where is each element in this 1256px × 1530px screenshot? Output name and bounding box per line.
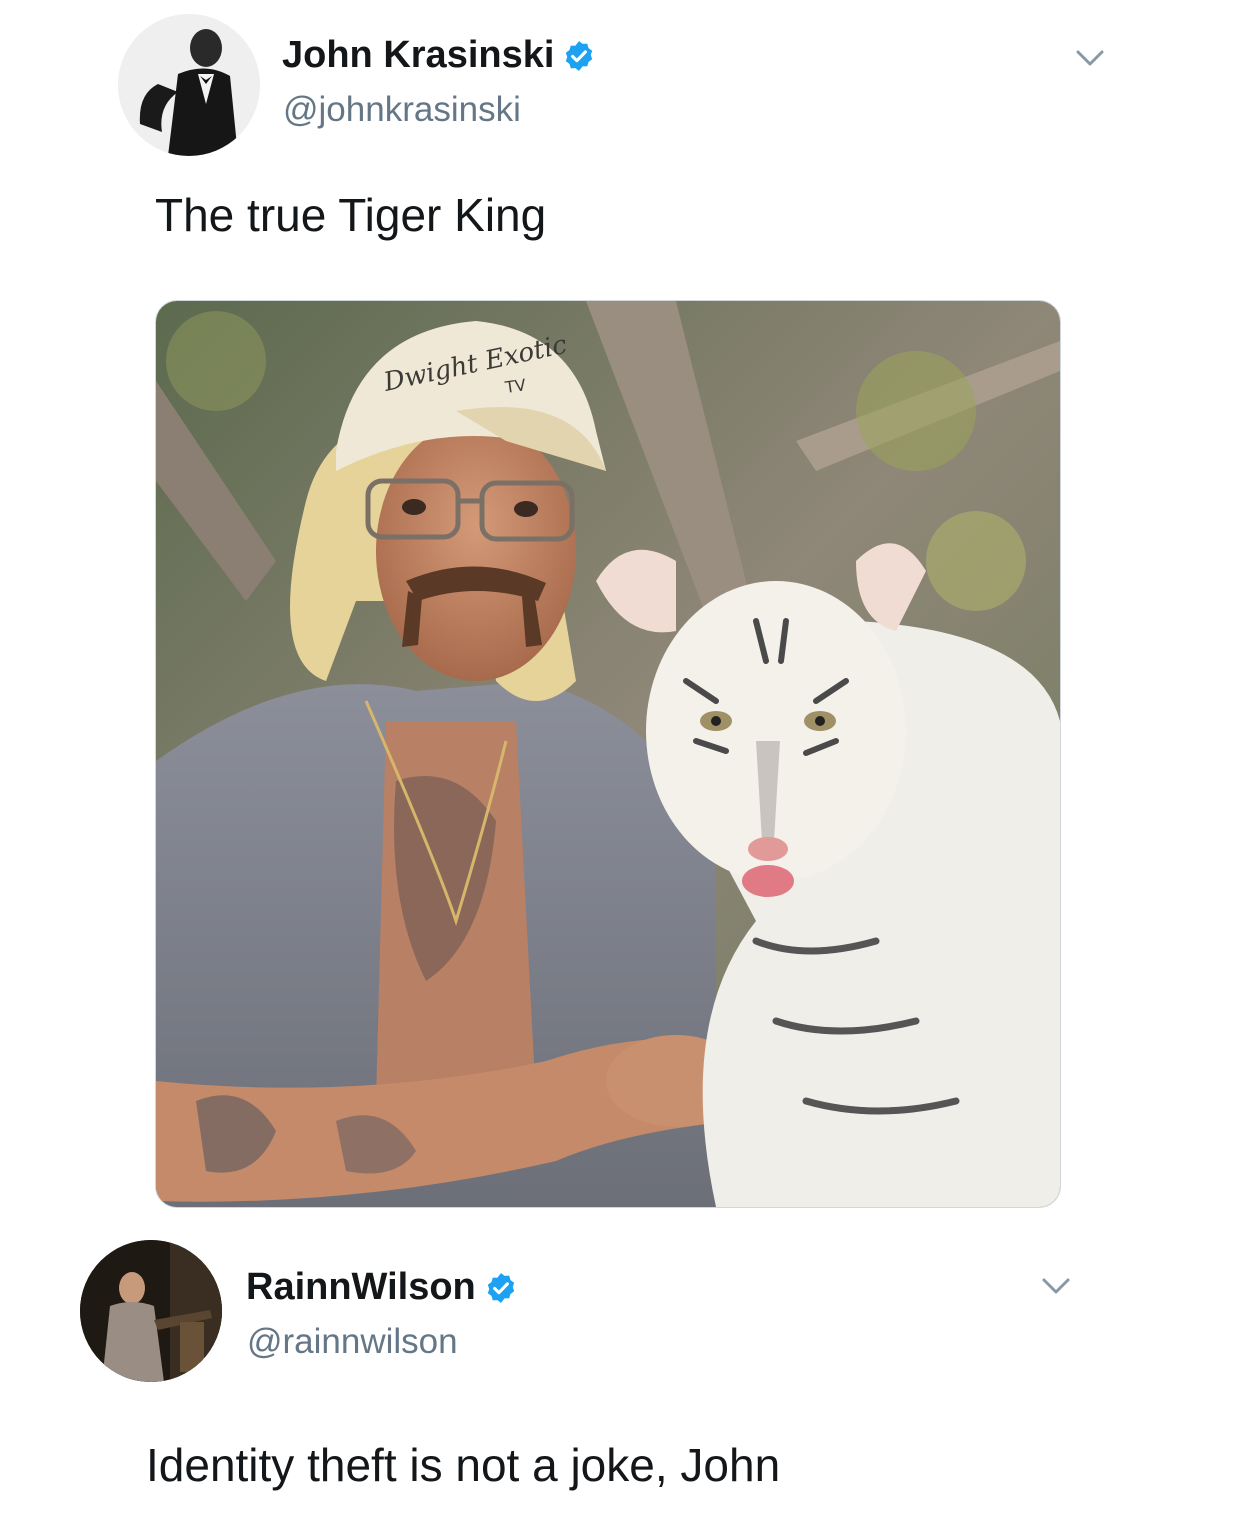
display-name[interactable]: John Krasinski: [282, 34, 554, 77]
handle[interactable]: @rainnwilson: [247, 1322, 458, 1362]
verified-badge-icon: [487, 1272, 514, 1303]
tweet-text: The true Tiger King: [155, 189, 547, 241]
avatar-johnkrasinski[interactable]: [118, 14, 260, 156]
tiger-photo: Dwight Exotic TV: [156, 301, 1060, 1207]
chevron-down-icon[interactable]: [1038, 1274, 1074, 1298]
tweet-johnkrasinski: John Krasinski @johnkrasinski The true T…: [0, 0, 1256, 1230]
tweet-rainnwilson: RainnWilson @rainnwilson Identity theft …: [0, 1230, 1256, 1530]
chevron-down-icon[interactable]: [1072, 46, 1108, 70]
hat-subtext: TV: [503, 375, 527, 397]
avatar-image: [80, 1240, 222, 1382]
verified-badge-icon: [566, 40, 593, 71]
tweet-text: Identity theft is not a joke, John: [146, 1439, 781, 1491]
avatar-image: [118, 14, 260, 156]
handle[interactable]: @johnkrasinski: [283, 90, 521, 130]
tweet-media-image[interactable]: Dwight Exotic TV: [155, 300, 1061, 1208]
avatar-rainnwilson[interactable]: [80, 1240, 222, 1382]
display-name[interactable]: RainnWilson: [246, 1266, 476, 1309]
